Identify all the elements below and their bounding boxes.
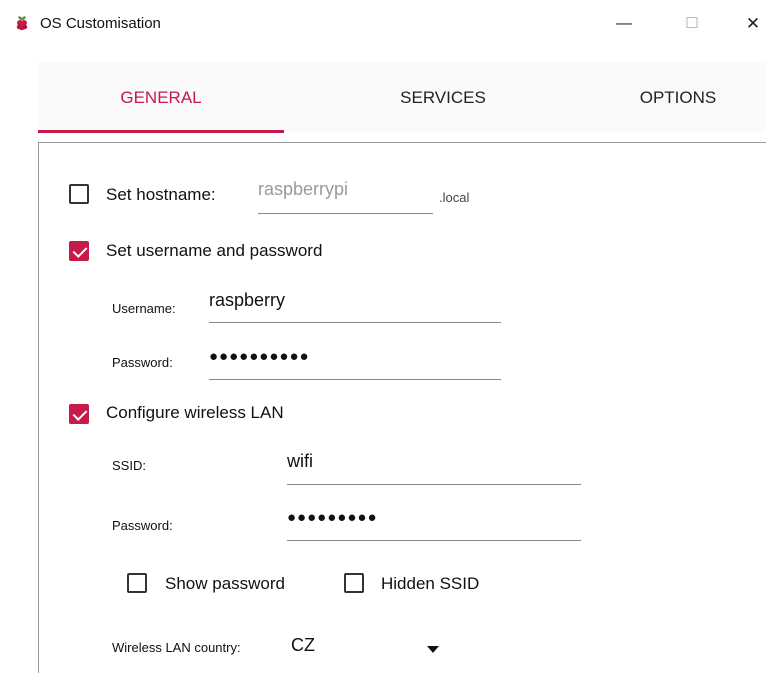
hidden-ssid-checkbox[interactable]: [344, 573, 364, 593]
tab-services[interactable]: SERVICES: [368, 62, 518, 132]
username-input-underline: [209, 322, 501, 323]
show-password-label: Show password: [165, 574, 286, 593]
username-label: Username:: [112, 301, 176, 316]
tab-general[interactable]: GENERAL: [38, 62, 284, 132]
wireless-lan-label: Configure wireless LAN: [106, 403, 284, 422]
ssid-input[interactable]: wifi: [287, 451, 313, 472]
minimize-button[interactable]: —: [604, 10, 644, 38]
active-tab-indicator: [38, 130, 284, 133]
wlan-password-input-underline: [287, 540, 581, 541]
wlan-password-input[interactable]: ●●●●●●●●●: [287, 509, 378, 526]
wlan-country-label: Wireless LAN country:: [112, 640, 241, 655]
hostname-suffix: .local: [439, 190, 470, 205]
username-password-label: Set username and password: [106, 241, 323, 260]
username-password-checkbox[interactable]: [69, 241, 89, 261]
wireless-lan-checkbox[interactable]: [69, 404, 89, 424]
show-password-checkbox[interactable]: [127, 573, 147, 593]
close-button[interactable]: ✕: [740, 10, 766, 38]
hidden-ssid-label: Hidden SSID: [381, 574, 480, 593]
hostname-label: Set hostname:: [106, 185, 216, 204]
title-bar: OS Customisation — ☐ ✕: [0, 0, 766, 48]
username-input[interactable]: raspberry: [209, 290, 285, 311]
wlan-password-label: Password:: [112, 518, 173, 533]
window-title: OS Customisation: [40, 15, 161, 32]
password-input-underline: [209, 379, 501, 380]
tab-bar: GENERAL SERVICES OPTIONS: [38, 62, 766, 133]
wlan-country-select[interactable]: CZ: [291, 635, 315, 656]
hostname-checkbox[interactable]: [69, 184, 89, 204]
ssid-label: SSID:: [112, 458, 146, 473]
raspberry-pi-icon: [16, 16, 28, 31]
password-input[interactable]: ●●●●●●●●●●: [209, 348, 310, 365]
tab-options[interactable]: OPTIONS: [603, 62, 753, 132]
password-label: Password:: [112, 355, 173, 370]
general-panel: Set hostname: raspberrypi .local Set use…: [38, 142, 766, 673]
chevron-down-icon[interactable]: [427, 646, 439, 653]
ssid-input-underline: [287, 484, 581, 485]
hostname-input[interactable]: raspberrypi: [258, 179, 348, 200]
maximize-button[interactable]: ☐: [672, 10, 712, 38]
hostname-input-underline: [258, 213, 433, 214]
